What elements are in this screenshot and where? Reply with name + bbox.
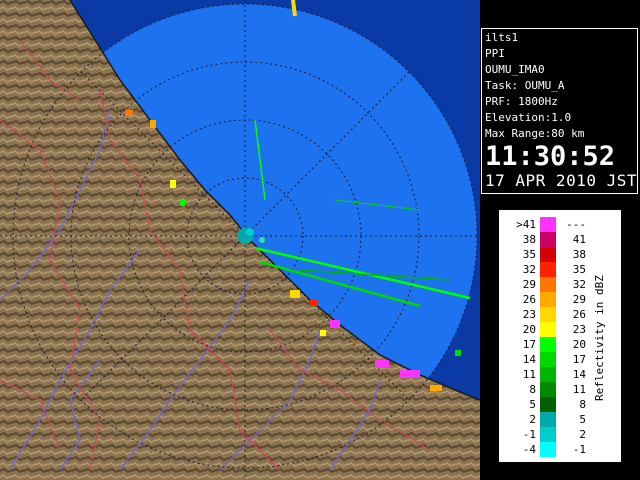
legend-lower-value: 2 [529,413,536,426]
legend-swatch [540,382,556,397]
legend-swatch [540,397,556,412]
legend-upper-value: 8 [579,398,586,411]
legend-swatch [540,322,556,337]
legend-lower-value: -4 [522,443,536,456]
legend-title: Reflectivity in dBZ [593,275,606,401]
legend-upper-value: 23 [572,323,586,336]
legend-upper-value: 29 [572,293,586,306]
radar-ppi-view [0,0,480,480]
legend-swatch [540,277,556,292]
legend-lower-value: 35 [522,248,536,261]
legend-lower-value: 23 [522,308,536,321]
task-name: Task: OUMU_A [485,79,565,92]
prf-value: PRF: 1800Hz [485,95,558,108]
legend-upper-value: 35 [572,263,586,276]
legend-upper-value: 38 [572,248,586,261]
product-name: OUMU_IMA0 [485,63,545,76]
legend-lower-value: >41 [516,218,536,231]
legend-upper-value: 14 [572,368,586,381]
legend-swatch [540,262,556,277]
legend-lower-value: 8 [529,383,536,396]
scan-type: PPI [485,47,505,60]
legend-upper-value: 11 [572,383,586,396]
legend-swatch [540,307,556,322]
legend-lower-value: 11 [522,368,536,381]
reflectivity-legend: >41 --- 38 41 35 38 32 35 29 32 26 29 23 26 20 23 17 20 14… [499,210,621,462]
legend-upper-value: -1 [572,443,586,456]
legend-upper-value: 41 [572,233,586,246]
legend-lower-value: 14 [522,353,536,366]
legend-swatch [540,352,556,367]
scan-date: 17 APR 2010 JST [485,171,637,190]
legend-swatch [540,292,556,307]
legend-lower-value: -1 [522,428,536,441]
elevation-value: Elevation:1.0 [485,111,572,124]
legend-lower-value: 32 [522,263,536,276]
legend-lower-value: 20 [522,323,536,336]
legend-upper-value: 32 [572,278,586,291]
legend-swatch [540,412,556,427]
scan-time: 11:30:52 [485,141,616,172]
legend-swatch [540,367,556,382]
legend-swatch [540,442,556,457]
legend-swatch [540,427,556,442]
legend-swatch [540,217,556,232]
legend-upper-value: 17 [572,353,586,366]
legend-upper-value: 2 [579,428,586,441]
legend-lower-value: 26 [522,293,536,306]
max-range-value: Max Range:80 km [485,127,585,140]
legend-lower-value: 38 [522,233,536,246]
legend-upper-value: 26 [572,308,586,321]
site-name: ilts1 [485,31,519,44]
legend-lower-value: 17 [522,338,536,351]
legend-lower-value: 29 [522,278,536,291]
legend-swatch [540,232,556,247]
legend-lower-value: 5 [529,398,536,411]
legend-upper-value: 20 [572,338,586,351]
legend-swatch [540,247,556,262]
legend-upper-value: --- [566,218,586,231]
radar-map [0,0,480,480]
legend-upper-value: 5 [579,413,586,426]
radar-info-panel: ilts1 PPI OUMU_IMA0 Task: OUMU_A PRF: 18… [481,28,638,194]
legend-swatch [540,337,556,352]
